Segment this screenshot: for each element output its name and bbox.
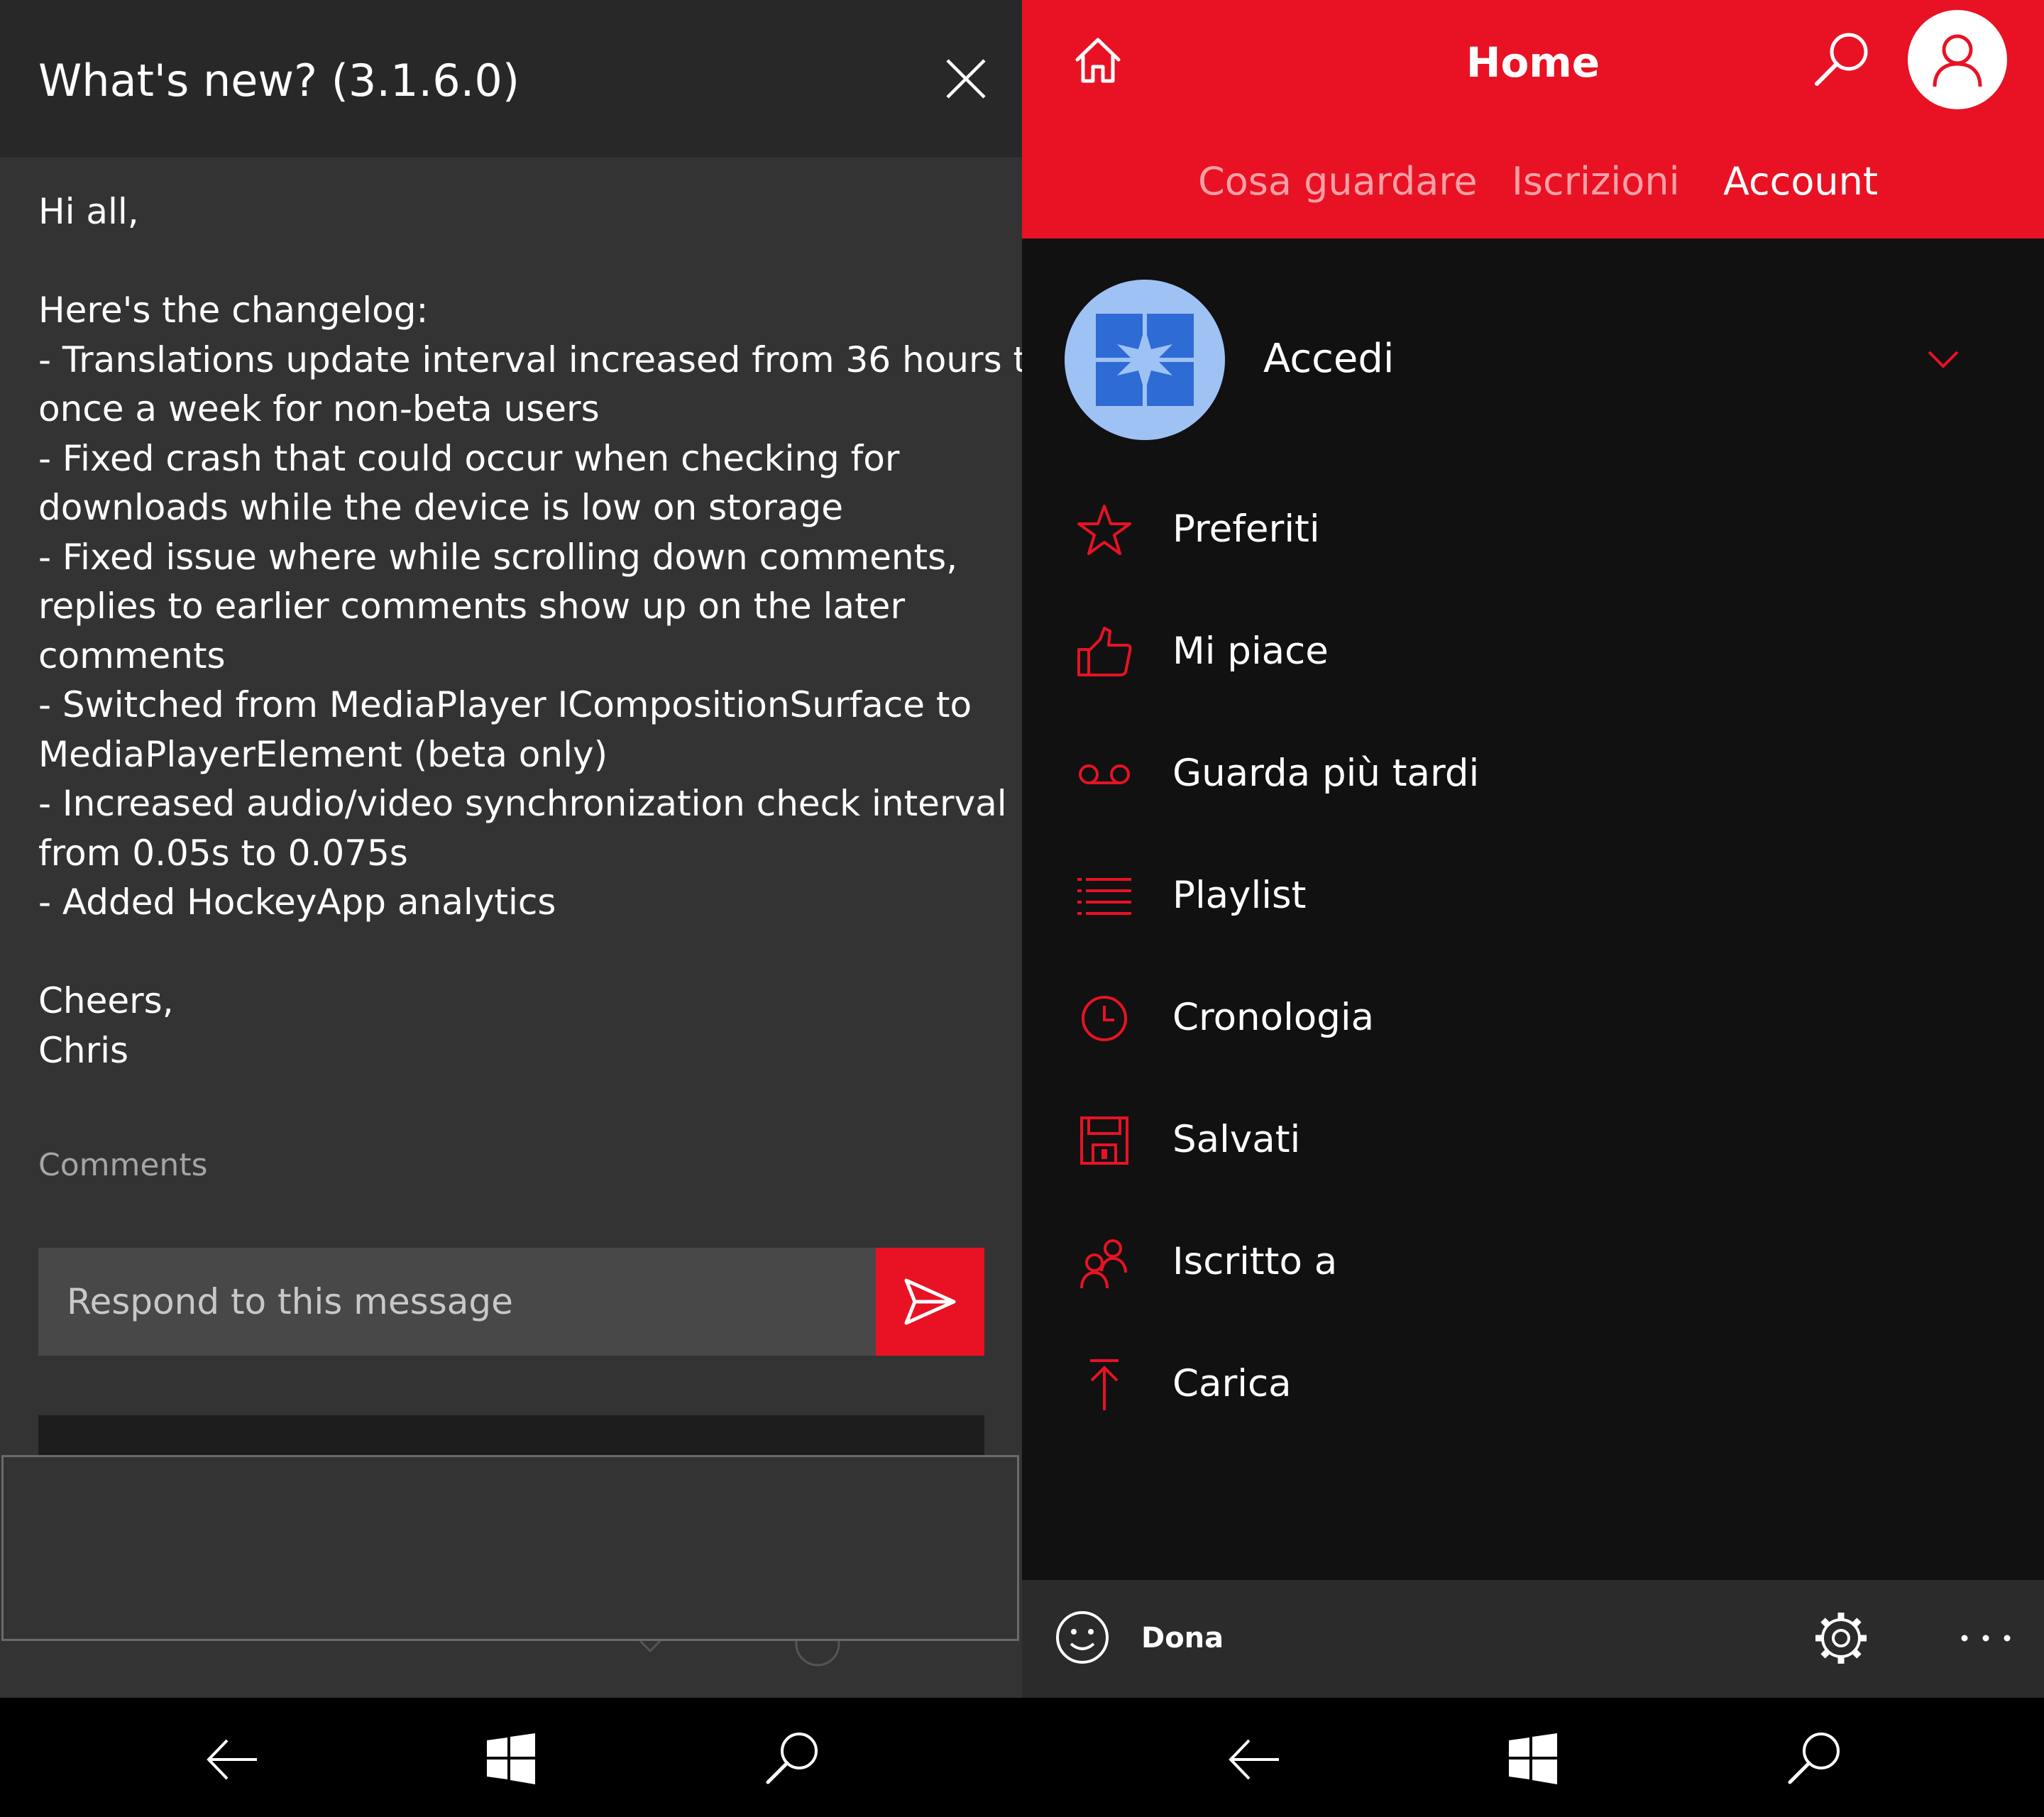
send-icon bbox=[904, 1278, 956, 1325]
changelog-line: downloads while the device is low on sto… bbox=[38, 487, 844, 528]
people-icon bbox=[1076, 1234, 1133, 1291]
comment-list-item bbox=[38, 1415, 984, 1458]
comment-overlay-panel bbox=[1, 1455, 1019, 1641]
menu-label: Salvati bbox=[1172, 1118, 1301, 1161]
list-icon bbox=[1076, 868, 1133, 925]
voicemail-icon bbox=[1076, 746, 1133, 803]
changelog-line: MediaPlayerElement (beta only) bbox=[38, 733, 608, 775]
changelog-line: - Increased audio/video synchronization … bbox=[38, 783, 1007, 824]
system-nav-bar bbox=[1022, 1698, 2044, 1817]
tab-cosa-guardare[interactable]: Cosa guardare bbox=[1198, 153, 1478, 210]
changelog-line: replies to earlier comments show up on t… bbox=[38, 586, 905, 627]
search-icon[interactable] bbox=[1784, 1728, 1845, 1789]
menu-label: Iscritto a bbox=[1172, 1240, 1338, 1283]
menu-item-mi-piace[interactable]: Mi piace bbox=[1022, 599, 2044, 698]
menu-item-playlist[interactable]: Playlist bbox=[1022, 843, 2044, 943]
changelog-line: Here's the changelog: bbox=[38, 290, 429, 331]
dialog-title: What's new? (3.1.6.0) bbox=[38, 55, 520, 106]
app-bar-ghost-icons bbox=[639, 1641, 840, 1667]
changelog-line: - Fixed issue where while scrolling down… bbox=[38, 536, 958, 578]
account-label: Accedi bbox=[1263, 336, 1395, 382]
user-icon bbox=[1933, 34, 1982, 87]
back-arrow-icon[interactable] bbox=[204, 1732, 260, 1787]
gear-icon[interactable] bbox=[1811, 1608, 1871, 1668]
menu-label: Mi piace bbox=[1172, 630, 1329, 673]
app-header: Home Cosa guardare Iscrizioni Account bbox=[1022, 0, 2044, 238]
menu-item-preferiti[interactable]: Preferiti bbox=[1022, 477, 2044, 576]
tab-iscrizioni[interactable]: Iscrizioni bbox=[1512, 153, 1680, 210]
changelog-line: comments bbox=[38, 635, 226, 676]
tab-account[interactable]: Account bbox=[1723, 153, 1878, 210]
floppy-disk-icon bbox=[1076, 1112, 1133, 1169]
user-avatar-button[interactable] bbox=[1908, 10, 2007, 109]
changelog-line: Chris bbox=[38, 1029, 129, 1071]
changelog-line bbox=[38, 237, 989, 287]
clock-icon bbox=[1076, 990, 1133, 1047]
star-icon bbox=[1076, 502, 1133, 559]
changelog-line: - Added HockeyApp analytics bbox=[38, 882, 556, 923]
menu-label: Preferiti bbox=[1172, 507, 1320, 551]
whats-new-dialog: What's new? (3.1.6.0) Hi all, Here's the… bbox=[0, 0, 1022, 1698]
upload-icon bbox=[1076, 1356, 1133, 1413]
changelog-line: - Translations update interval increased… bbox=[38, 339, 1022, 380]
changelog-line: once a week for non-beta users bbox=[38, 388, 600, 429]
smiley-icon[interactable] bbox=[1053, 1608, 1111, 1667]
account-placeholder-icon bbox=[1096, 314, 1194, 406]
search-icon[interactable] bbox=[1810, 28, 1874, 92]
changelog-line: - Fixed crash that could occur when chec… bbox=[38, 437, 900, 479]
menu-item-guarda-piu-tardi[interactable]: Guarda più tardi bbox=[1022, 721, 2044, 820]
page-title: Home bbox=[1466, 38, 1600, 87]
thumbs-up-icon bbox=[1076, 624, 1133, 681]
donate-button-label[interactable]: Dona bbox=[1141, 1617, 1224, 1659]
reply-input[interactable] bbox=[38, 1248, 876, 1356]
close-icon[interactable] bbox=[941, 54, 991, 104]
account-selector[interactable]: Accedi bbox=[1022, 280, 2044, 443]
send-button[interactable] bbox=[876, 1248, 984, 1356]
changelog-line: Hi all, bbox=[38, 191, 139, 232]
menu-label: Playlist bbox=[1172, 874, 1307, 917]
windows-logo-icon[interactable] bbox=[1506, 1732, 1560, 1786]
app-account-page: Home Cosa guardare Iscrizioni Account Ac… bbox=[1022, 0, 2044, 1698]
menu-label: Carica bbox=[1172, 1362, 1292, 1405]
bottom-app-bar: Dona bbox=[1022, 1580, 2044, 1698]
back-arrow-icon[interactable] bbox=[1226, 1732, 1282, 1787]
changelog-line: Cheers, bbox=[38, 980, 174, 1021]
system-nav-bar bbox=[0, 1698, 1022, 1817]
reply-box bbox=[38, 1248, 876, 1356]
account-avatar bbox=[1065, 280, 1225, 440]
changelog-line: - Switched from MediaPlayer IComposition… bbox=[38, 684, 972, 725]
more-icon[interactable] bbox=[1959, 1621, 2013, 1655]
menu-item-carica[interactable]: Carica bbox=[1022, 1332, 2044, 1431]
menu-label: Cronologia bbox=[1172, 996, 1375, 1039]
menu-item-iscritto-a[interactable]: Iscritto a bbox=[1022, 1209, 2044, 1309]
chevron-down-icon[interactable] bbox=[1923, 342, 1963, 375]
windows-logo-icon[interactable] bbox=[484, 1732, 538, 1786]
search-icon[interactable] bbox=[762, 1728, 823, 1789]
comments-label: Comments bbox=[38, 1147, 208, 1183]
menu-item-salvati[interactable]: Salvati bbox=[1022, 1087, 2044, 1187]
changelog-line: from 0.05s to 0.075s bbox=[38, 832, 408, 874]
dialog-header: What's new? (3.1.6.0) bbox=[0, 0, 1022, 158]
menu-label: Guarda più tardi bbox=[1172, 752, 1480, 795]
changelog-line bbox=[38, 928, 989, 977]
changelog-body: Hi all, Here's the changelog: - Translati… bbox=[38, 187, 1022, 1075]
menu-item-cronologia[interactable]: Cronologia bbox=[1022, 965, 2044, 1065]
